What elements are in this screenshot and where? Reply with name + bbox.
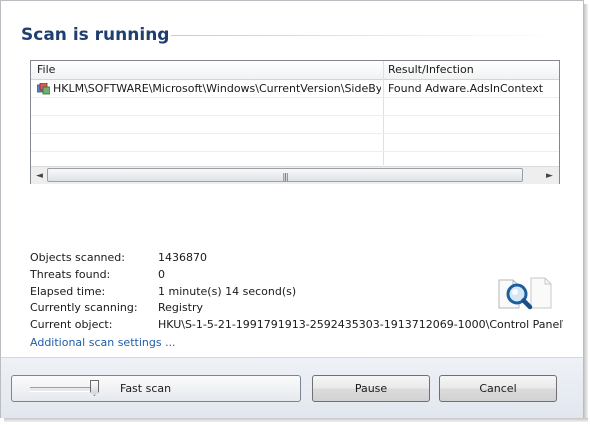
elapsed-time-label: Elapsed time:: [30, 285, 106, 298]
currently-scanning-value: Registry: [158, 301, 204, 314]
current-object-label: Current object:: [30, 318, 113, 331]
horizontal-scrollbar[interactable]: ◄ ||| ►: [31, 166, 559, 184]
slider-thumb[interactable]: [90, 380, 99, 396]
scroll-left-icon[interactable]: ◄: [36, 171, 43, 181]
slider-track[interactable]: [30, 387, 98, 392]
additional-scan-settings-link[interactable]: Additional scan settings ...: [30, 336, 176, 349]
table-row-empty: [31, 116, 559, 134]
pause-button[interactable]: Pause: [312, 375, 430, 402]
table-row[interactable]: HKLM\SOFTWARE\Microsoft\Windows\CurrentV…: [31, 80, 559, 98]
column-header-file[interactable]: File: [37, 63, 55, 76]
results-list-header: File Result/Infection: [31, 61, 559, 80]
elapsed-time-value: 1 minute(s) 14 second(s): [158, 285, 297, 298]
scan-speed-slider[interactable]: Fast scan: [11, 375, 301, 402]
results-list[interactable]: File Result/Infection HKLM\SOFTWARE\Micr…: [30, 60, 560, 184]
current-object-value: HKU\S-1-5-21-1991791913-2592435303-19137…: [158, 318, 563, 331]
threats-found-value: 0: [158, 268, 165, 281]
objects-scanned-label: Objects scanned:: [30, 251, 125, 264]
footer-bar: Fast scan Pause Cancel: [1, 357, 583, 418]
title-divider: [171, 35, 561, 36]
cancel-button[interactable]: Cancel: [439, 375, 557, 402]
row-result: Found Adware.AdsInContext: [388, 82, 544, 95]
column-header-result[interactable]: Result/Infection: [388, 63, 474, 76]
currently-scanning-label: Currently scanning:: [30, 301, 138, 314]
scroll-right-icon[interactable]: ►: [546, 171, 553, 181]
slider-label: Fast scan: [120, 382, 172, 395]
page-title: Scan is running: [21, 25, 170, 45]
row-file-path: HKLM\SOFTWARE\Microsoft\Windows\CurrentV…: [53, 82, 381, 95]
window-shadow: [4, 418, 588, 422]
registry-icon: [36, 82, 51, 95]
scan-window: Scan is running File Result/Infection HK…: [0, 0, 584, 418]
window-shadow: [584, 4, 588, 422]
objects-scanned-value: 1436870: [158, 251, 207, 264]
threats-found-label: Threats found:: [30, 268, 111, 281]
table-row-empty: [31, 98, 559, 116]
table-row-empty: [31, 134, 559, 152]
scrollbar-thumb[interactable]: |||: [47, 168, 523, 182]
magnifier-documents-icon: [495, 274, 555, 310]
grip-icon: |||: [282, 172, 288, 181]
